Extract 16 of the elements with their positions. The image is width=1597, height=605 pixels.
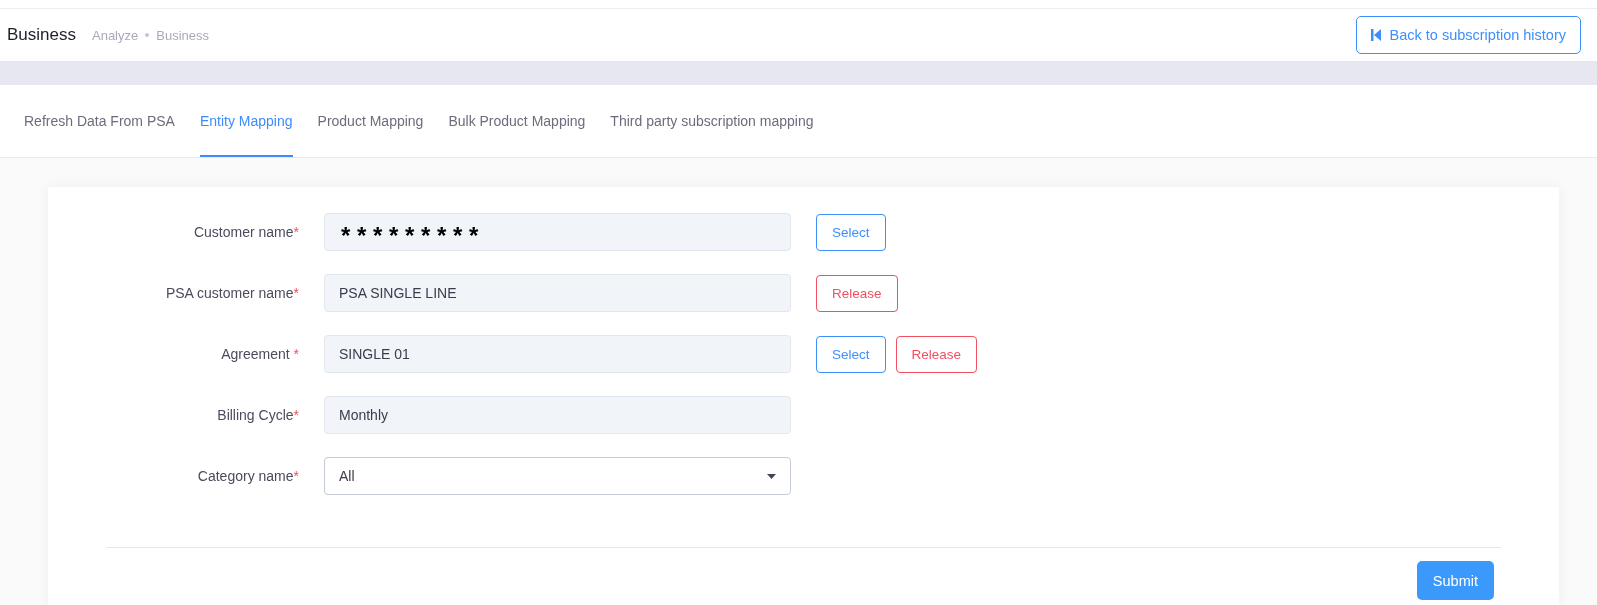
tab[interactable]: Product Mapping: [317, 85, 424, 157]
tab[interactable]: Third party subscription mapping: [610, 85, 814, 157]
field-label: PSA customer name*: [165, 285, 299, 301]
caret-down-icon: [767, 473, 776, 479]
tab[interactable]: Bulk Product Mapping: [448, 85, 586, 157]
page-title: Business: [7, 25, 76, 45]
dropdown-field[interactable]: All: [324, 457, 791, 495]
field-label: Customer name*: [193, 224, 299, 240]
back-button[interactable]: Back to subscription history: [1355, 16, 1581, 54]
skip-back-icon: [1370, 29, 1381, 41]
field-label: Agreement *: [221, 346, 299, 362]
field-label: Category name*: [197, 468, 299, 484]
submit-button[interactable]: Submit: [1416, 561, 1494, 600]
separator-dot-icon: [145, 33, 150, 37]
tab[interactable]: Refresh Data From PSA: [24, 85, 175, 157]
field-label: Billing Cycle*: [217, 407, 299, 423]
